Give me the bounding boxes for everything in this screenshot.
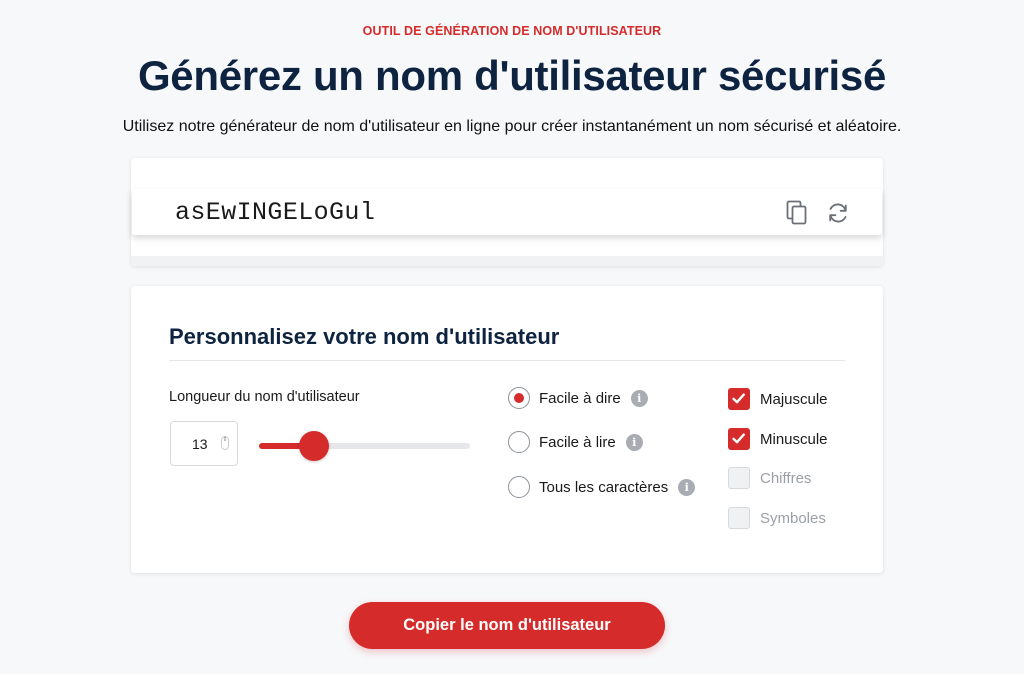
radio-option-all-characters[interactable]: Tous les caractères i bbox=[508, 475, 696, 499]
length-stepper-icon[interactable]: ⇕ bbox=[221, 436, 229, 450]
result-card-footer bbox=[131, 256, 883, 266]
radio-label: Facile à dire bbox=[539, 389, 621, 407]
checkbox[interactable] bbox=[728, 467, 750, 489]
checkbox[interactable] bbox=[728, 428, 750, 450]
info-icon[interactable]: i bbox=[678, 478, 696, 496]
slider-thumb[interactable] bbox=[298, 431, 329, 461]
eyebrow-label: OUTIL DE GÉNÉRATION DE NOM D'UTILISATEUR bbox=[362, 24, 662, 38]
page-subtitle: Utilisez notre générateur de nom d'utili… bbox=[122, 118, 902, 135]
info-icon[interactable]: i bbox=[630, 389, 648, 407]
checkbox-label: Chiffres bbox=[760, 469, 812, 487]
checkbox-label: Symboles bbox=[760, 509, 826, 527]
checkbox-numbers[interactable]: Chiffres bbox=[728, 466, 811, 490]
info-icon[interactable]: i bbox=[625, 433, 643, 451]
radio-option-easy-to-say[interactable]: Facile à dire i bbox=[508, 386, 648, 410]
checkbox[interactable] bbox=[728, 388, 750, 410]
checkbox[interactable] bbox=[728, 507, 750, 529]
options-divider bbox=[169, 360, 845, 361]
length-input[interactable]: 13 ⇕ bbox=[170, 421, 238, 466]
radio-button[interactable] bbox=[508, 476, 530, 498]
options-card: Personnalisez votre nom d'utilisateur Lo… bbox=[131, 286, 883, 573]
checkbox-uppercase[interactable]: Majuscule bbox=[728, 387, 828, 411]
options-title: Personnalisez votre nom d'utilisateur bbox=[169, 324, 560, 349]
username-output: asEwINGELoGul bbox=[132, 189, 882, 235]
checkbox-symbols[interactable]: Symboles bbox=[728, 506, 826, 530]
radio-button[interactable] bbox=[508, 431, 530, 453]
copy-icon[interactable] bbox=[784, 200, 810, 226]
copy-username-button[interactable]: Copier le nom d'utilisateur bbox=[349, 602, 665, 649]
length-label: Longueur du nom d'utilisateur bbox=[169, 389, 360, 405]
length-slider[interactable] bbox=[259, 431, 470, 461]
refresh-icon[interactable] bbox=[825, 200, 851, 226]
length-value: 13 bbox=[192, 436, 208, 452]
radio-label: Facile à lire bbox=[539, 433, 616, 451]
radio-label: Tous les caractères bbox=[539, 478, 669, 496]
checkbox-label: Majuscule bbox=[760, 390, 828, 408]
generated-username[interactable]: asEwINGELoGul bbox=[175, 198, 375, 227]
radio-button[interactable] bbox=[508, 387, 530, 409]
checkbox-lowercase[interactable]: Minuscule bbox=[728, 427, 828, 451]
radio-option-easy-to-read[interactable]: Facile à lire i bbox=[508, 430, 643, 454]
checkbox-label: Minuscule bbox=[760, 430, 828, 448]
page-title: Générez un nom d'utilisateur sécurisé bbox=[137, 52, 887, 99]
